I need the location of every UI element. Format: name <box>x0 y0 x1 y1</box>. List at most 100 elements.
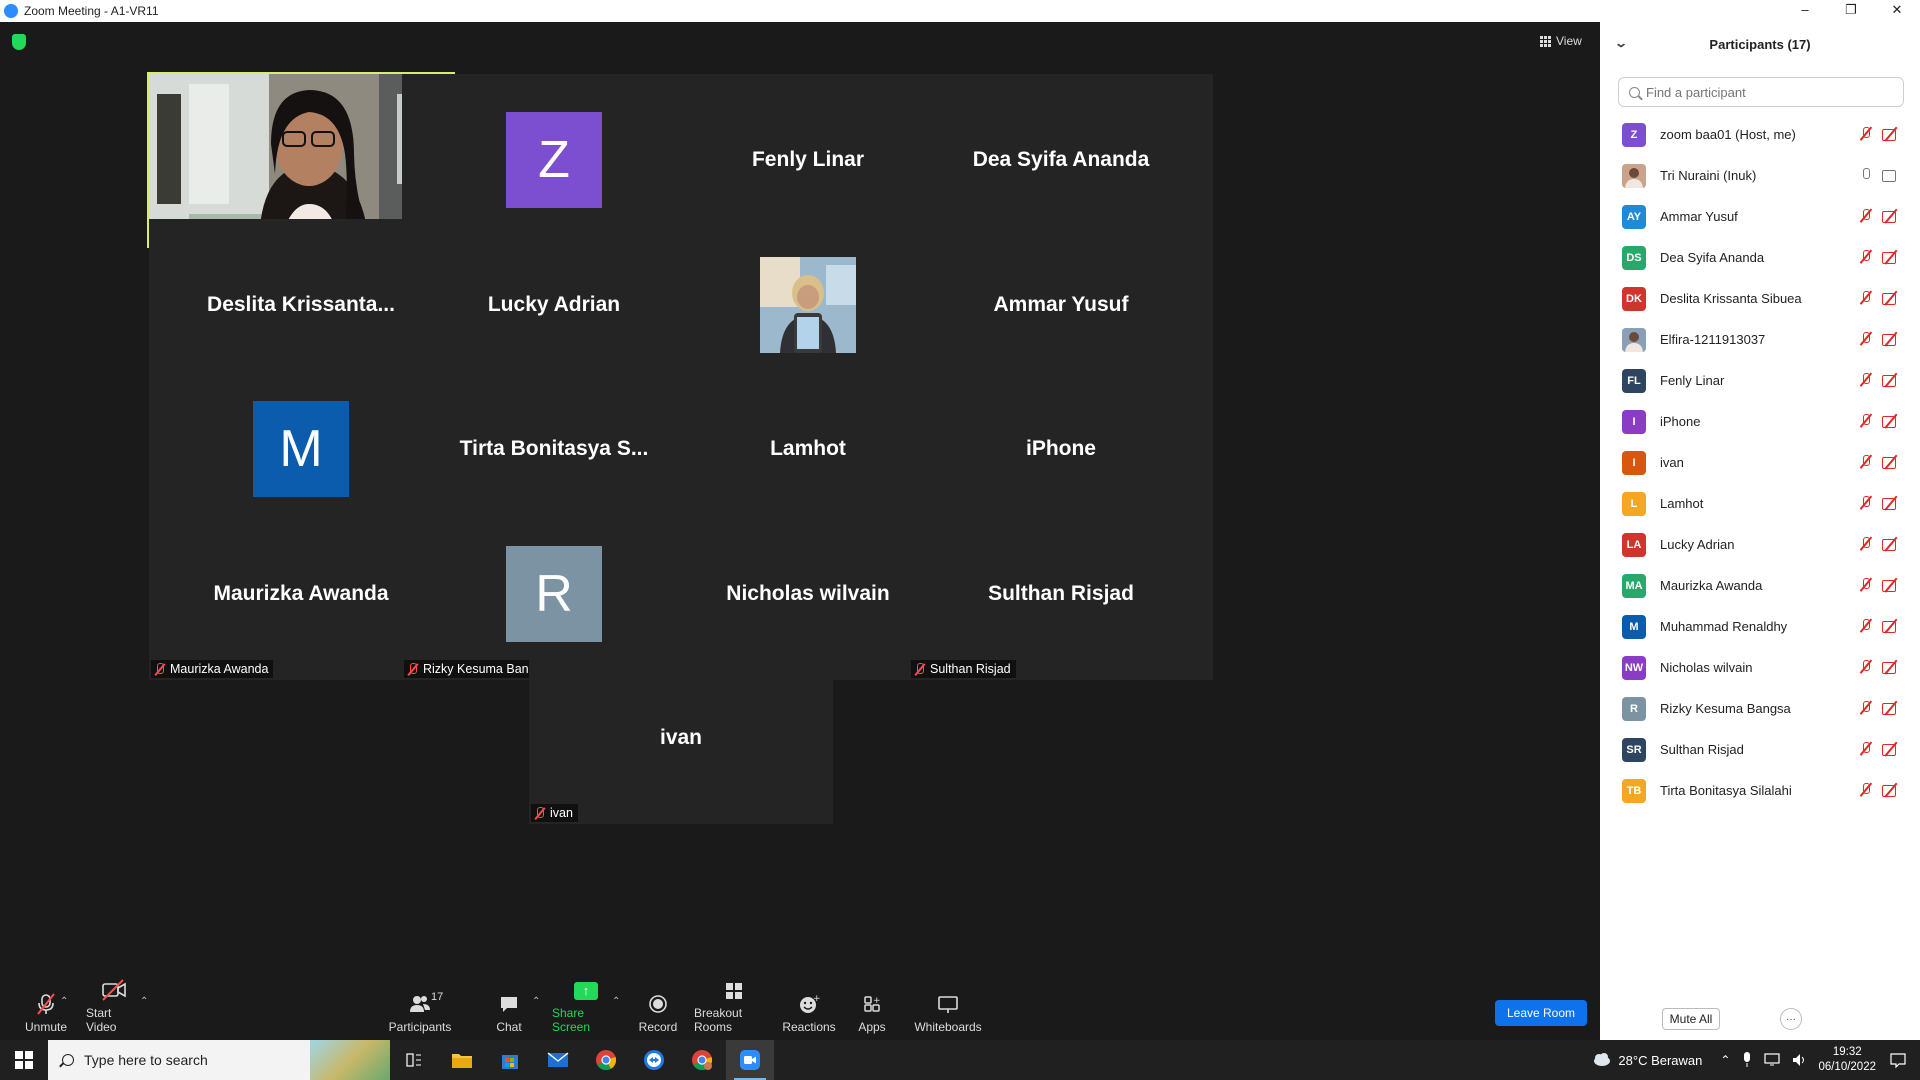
record-button[interactable]: Record <box>634 980 682 1040</box>
mic-muted-icon[interactable] <box>1860 577 1872 593</box>
participant-row[interactable]: LA Lucky Adrian <box>1600 524 1920 565</box>
mic-muted-icon[interactable] <box>1860 331 1872 347</box>
mic-muted-icon[interactable] <box>1860 495 1872 511</box>
video-off-icon[interactable] <box>1882 701 1900 715</box>
task-view-button[interactable] <box>390 1040 438 1080</box>
participant-row[interactable]: Iivan <box>1600 442 1920 483</box>
video-off-icon[interactable] <box>1882 578 1900 592</box>
mic-muted-icon[interactable] <box>1860 290 1872 306</box>
close-button[interactable]: ✕ <box>1874 0 1920 22</box>
mic-muted-icon[interactable] <box>1860 741 1872 757</box>
restore-button[interactable]: ❐ <box>1828 0 1874 22</box>
mic-muted-icon[interactable] <box>1860 659 1872 675</box>
participant-row[interactable]: Tri Nuraini (Inuk) <box>1600 155 1920 196</box>
chrome-icon <box>596 1050 617 1071</box>
video-tile[interactable]: ivan ivan <box>529 652 833 824</box>
participant-row[interactable]: MA Maurizka Awanda <box>1600 565 1920 606</box>
participant-row[interactable]: IiPhone <box>1600 401 1920 442</box>
participant-search-input[interactable] <box>1646 84 1886 100</box>
participants-button[interactable]: 17 Participants <box>389 980 452 1040</box>
mic-muted-icon[interactable] <box>1860 700 1872 716</box>
mic-muted-icon[interactable] <box>1860 249 1872 265</box>
file-explorer-button[interactable] <box>438 1040 486 1080</box>
video-off-icon[interactable] <box>1882 537 1900 551</box>
video-off-icon[interactable] <box>1882 455 1900 469</box>
whiteboards-button[interactable]: Whiteboards <box>912 980 984 1040</box>
video-off-icon[interactable] <box>1882 127 1900 141</box>
participant-row[interactable]: R Rizky Kesuma Bangsa <box>1600 688 1920 729</box>
participant-row[interactable]: Zzoom baa01 (Host, me) <box>1600 114 1920 155</box>
video-tile[interactable]: Sulthan Risjad Sulthan Risjad <box>909 508 1213 680</box>
video-off-icon[interactable] <box>1882 250 1900 264</box>
participant-row[interactable]: L Lamhot <box>1600 483 1920 524</box>
participant-avatar: MA <box>1622 573 1646 598</box>
video-off-icon[interactable] <box>1882 783 1900 797</box>
video-off-icon[interactable] <box>1882 209 1900 223</box>
mic-muted-icon[interactable] <box>1860 413 1872 429</box>
participant-row[interactable]: NW Nicholas wilvain <box>1600 647 1920 688</box>
video-off-icon[interactable] <box>1882 291 1900 305</box>
share-screen-button[interactable]: ↑ Share Screen <box>552 980 620 1040</box>
leave-room-button[interactable]: Leave Room <box>1495 1000 1587 1026</box>
participant-row[interactable]: TB Tirta Bonitasya Silalahi <box>1600 770 1920 811</box>
chrome-button[interactable] <box>582 1040 630 1080</box>
chat-options-caret-icon[interactable]: ⌃ <box>532 996 540 1007</box>
participant-row[interactable]: M Muhammad Renaldhy <box>1600 606 1920 647</box>
minimize-button[interactable]: – <box>1782 0 1828 22</box>
start-video-button[interactable]: Start Video <box>86 979 142 1040</box>
participant-list-name: Lamhot <box>1660 496 1704 511</box>
participant-row[interactable]: AY Ammar Yusuf <box>1600 196 1920 237</box>
audio-options-caret-icon[interactable]: ⌃ <box>60 996 68 1007</box>
participant-list-name: Muhammad Renaldhy <box>1660 619 1788 634</box>
teamviewer-button[interactable] <box>630 1040 678 1080</box>
taskbar-search[interactable]: Type here to search <box>48 1040 390 1080</box>
mic-muted-icon[interactable] <box>1860 618 1872 634</box>
share-options-caret-icon[interactable]: ⌃ <box>612 996 620 1007</box>
chevron-up-icon[interactable]: ⌃ <box>1720 1053 1730 1067</box>
mic-muted-icon[interactable] <box>1860 454 1872 470</box>
participant-row[interactable]: Elfira-1211913037 <box>1600 319 1920 360</box>
mic-icon[interactable] <box>1860 167 1872 183</box>
video-off-icon[interactable] <box>1882 496 1900 510</box>
start-button[interactable] <box>0 1040 48 1080</box>
participant-photo <box>1622 327 1646 352</box>
mute-all-button[interactable]: Mute All <box>1662 1008 1720 1030</box>
apps-button[interactable]: + Apps <box>852 980 892 1040</box>
participant-row[interactable]: SR Sulthan Risjad <box>1600 729 1920 770</box>
mic-muted-icon[interactable] <box>1860 782 1872 798</box>
weather-text[interactable]: 28°C Berawan <box>1618 1053 1702 1068</box>
reactions-button[interactable]: + Reactions <box>782 980 836 1040</box>
shield-icon[interactable] <box>12 34 26 50</box>
chevron-down-icon[interactable]: ⌄ <box>1614 36 1628 50</box>
participant-row[interactable]: DS Dea Syifa Ananda <box>1600 237 1920 278</box>
breakout-rooms-button[interactable]: Breakout Rooms <box>694 980 774 1040</box>
view-label: View <box>1556 34 1582 48</box>
view-button[interactable]: View <box>1540 34 1582 48</box>
meeting-toolbar: Unmute ⌃ Start Video ⌃ 17 Participants C… <box>0 979 1600 1040</box>
video-off-icon[interactable] <box>1882 373 1900 387</box>
zoom-taskbar-button[interactable] <box>726 1040 774 1080</box>
store-button[interactable] <box>486 1040 534 1080</box>
mic-muted-icon[interactable] <box>1860 208 1872 224</box>
participant-row[interactable]: DK Deslita Krissanta Sibuea <box>1600 278 1920 319</box>
mic-muted-icon[interactable] <box>1860 372 1872 388</box>
more-options-button[interactable]: ··· <box>1780 1008 1802 1030</box>
chat-button[interactable]: Chat <box>486 980 532 1040</box>
video-off-icon[interactable] <box>1882 332 1900 346</box>
taskbar-clock[interactable]: 19:32 06/10/2022 <box>1818 1045 1876 1075</box>
mic-muted-icon[interactable] <box>1860 536 1872 552</box>
unmute-button[interactable]: Unmute <box>18 980 74 1040</box>
video-off-icon[interactable] <box>1882 660 1900 674</box>
video-off-icon[interactable] <box>1882 619 1900 633</box>
video-off-icon[interactable] <box>1882 414 1900 428</box>
video-options-caret-icon[interactable]: ⌃ <box>140 996 148 1007</box>
participant-row[interactable]: FL Fenly Linar <box>1600 360 1920 401</box>
chrome-profile-button[interactable] <box>678 1040 726 1080</box>
video-off-icon[interactable] <box>1882 742 1900 756</box>
participant-search <box>1618 77 1904 107</box>
video-icon[interactable] <box>1882 168 1900 182</box>
mic-muted-icon[interactable] <box>1860 126 1872 142</box>
mail-button[interactable] <box>534 1040 582 1080</box>
participant-list-name: Lucky Adrian <box>1660 537 1735 552</box>
participant-list-name: Maurizka Awanda <box>1660 578 1763 593</box>
